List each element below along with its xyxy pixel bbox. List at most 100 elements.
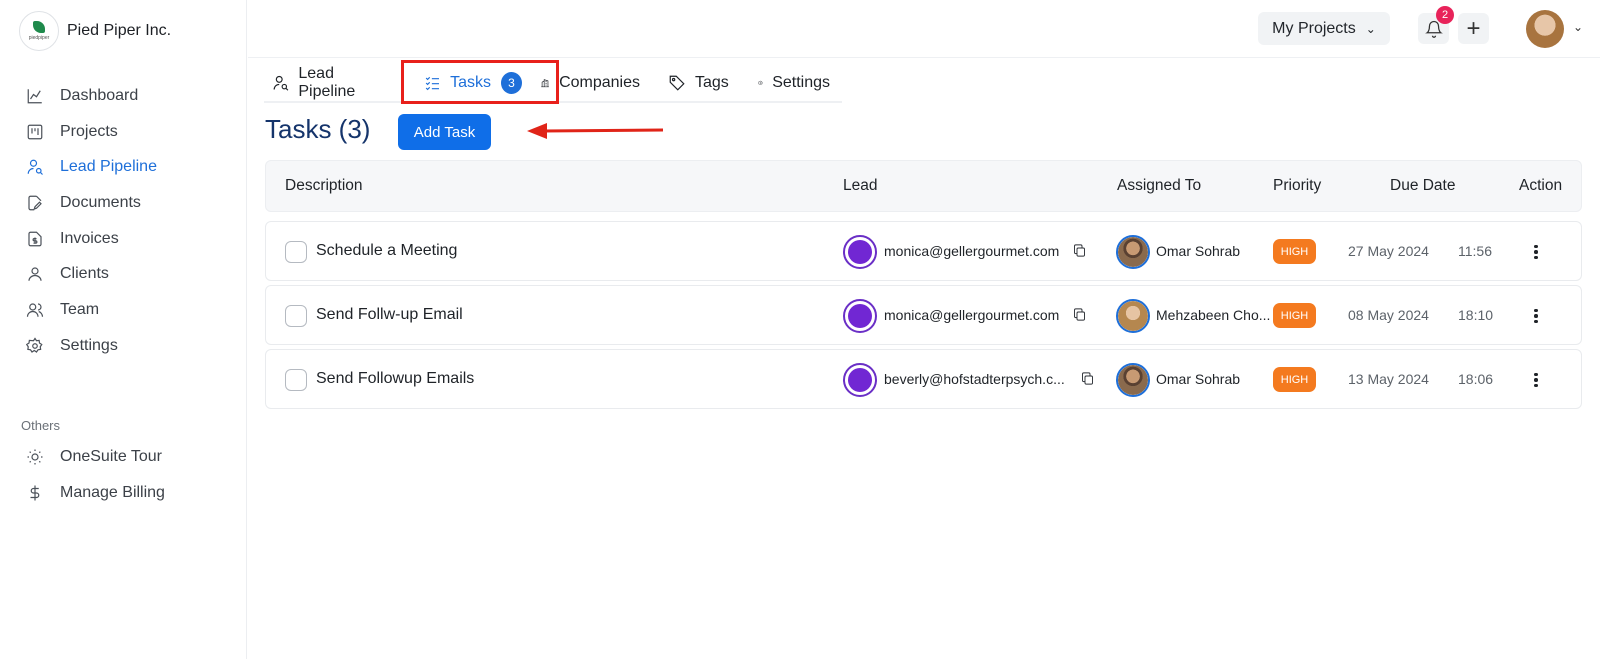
users-icon [24, 299, 46, 321]
gear-icon [24, 335, 46, 357]
task-description: Send Followup Emails [316, 370, 475, 387]
plus-icon: + [1466, 14, 1481, 42]
column-header-description: Description [285, 177, 363, 194]
table-header: Description Lead Assigned To Priority Du… [265, 160, 1582, 212]
page-title: Tasks (3) [265, 114, 371, 144]
task-checkbox[interactable] [285, 305, 307, 327]
due-time: 18:10 [1458, 307, 1494, 323]
sidebar-item-label: Settings [60, 336, 118, 354]
due-date: 27 May 2024 [1348, 243, 1429, 259]
brand-logo-text: piedpiper [28, 35, 50, 41]
lead-email[interactable]: monica@gellergourmet.com [884, 243, 1059, 259]
assignee-name: Omar Sohrab [1156, 371, 1241, 387]
assignee-name: Mehzabeen Cho... [1156, 307, 1271, 323]
priority-badge: HIGH [1273, 367, 1316, 392]
add-task-button[interactable]: Add Task [398, 114, 491, 150]
sidebar-item-label: Clients [60, 265, 109, 283]
sidebar-item-label: Team [60, 300, 100, 318]
task-checkbox[interactable] [285, 369, 307, 391]
building-icon [541, 79, 549, 88]
tab-count-badge: 3 [501, 72, 522, 94]
column-header-lead: Lead [843, 177, 878, 194]
document-edit-icon [24, 192, 46, 214]
gear-icon [758, 80, 763, 85]
invoice-icon [24, 228, 46, 250]
sidebar-item-label: OneSuite Tour [60, 447, 162, 465]
sidebar-item-dashboard[interactable]: Dashboard [24, 78, 157, 114]
sidebar-item-clients[interactable]: Clients [24, 256, 157, 292]
tab-label: Lead Pipeline [298, 65, 356, 100]
column-header-priority: Priority [1273, 177, 1322, 194]
assignee-name: Omar Sohrab [1156, 243, 1241, 259]
brand-logo: piedpiper [19, 11, 59, 51]
table-row[interactable]: Send Follw-up Email monica@gellergourmet… [265, 285, 1582, 345]
more-actions-icon[interactable] [1528, 368, 1544, 392]
copy-icon[interactable] [1072, 243, 1088, 259]
more-actions-icon[interactable] [1528, 240, 1544, 264]
table-row[interactable]: Send Followup Emails beverly@hofstadterp… [265, 349, 1582, 409]
column-header-action: Action [1519, 177, 1563, 194]
task-description: Send Follw-up Email [316, 306, 463, 323]
tab-companies[interactable]: Companies [534, 65, 652, 103]
my-projects-dropdown[interactable]: My Projects ⌄ [1258, 12, 1390, 45]
sidebar-item-projects[interactable]: Projects [24, 114, 157, 150]
tab-label: Companies [559, 74, 640, 91]
sun-icon [24, 446, 46, 468]
assignee-avatar [1116, 235, 1150, 269]
add-new-button[interactable]: + [1458, 13, 1489, 44]
sidebar-item-manage-billing[interactable]: Manage Billing [24, 475, 165, 511]
user-search-icon [273, 75, 289, 91]
lead-avatar [843, 235, 877, 269]
tab-tasks[interactable]: Tasks 3 [404, 65, 534, 103]
table-row[interactable]: Schedule a Meeting monica@gellergourmet.… [265, 221, 1582, 281]
tag-icon [669, 75, 685, 91]
sidebar-item-settings[interactable]: Settings [24, 328, 157, 364]
lead-email[interactable]: monica@gellergourmet.com [884, 307, 1059, 323]
top-bar: My Projects ⌄ 2 + ⌄ [248, 0, 1600, 58]
notification-badge: 2 [1436, 6, 1454, 24]
sidebar-item-lead-pipeline[interactable]: Lead Pipeline [24, 149, 157, 185]
others-section-label: Others [21, 418, 61, 433]
dollar-icon [24, 482, 46, 504]
lead-email[interactable]: beverly@hofstadterpsych.c... [884, 371, 1065, 387]
sidebar-item-team[interactable]: Team [24, 292, 157, 328]
column-header-assigned-to: Assigned To [1117, 177, 1202, 194]
kanban-icon [24, 121, 46, 143]
more-actions-icon[interactable] [1528, 304, 1544, 328]
tab-settings[interactable]: Settings [742, 65, 842, 103]
user-avatar[interactable] [1526, 10, 1564, 48]
tab-label: Settings [772, 74, 830, 91]
sidebar-item-invoices[interactable]: Invoices [24, 221, 157, 257]
brand-name: Pied Piper Inc. [67, 22, 172, 39]
copy-icon[interactable] [1080, 371, 1096, 387]
column-header-due-date: Due Date [1390, 177, 1456, 194]
chart-line-icon [24, 85, 46, 107]
user-icon [24, 263, 46, 285]
sidebar-item-label: Projects [60, 122, 118, 140]
lead-avatar [843, 363, 877, 397]
copy-icon[interactable] [1072, 307, 1088, 323]
chevron-down-icon[interactable]: ⌄ [1573, 20, 1583, 34]
assignee-avatar [1116, 363, 1150, 397]
sidebar-item-onesuite-tour[interactable]: OneSuite Tour [24, 439, 165, 475]
checklist-icon [425, 76, 439, 91]
sidebar-item-label: Lead Pipeline [60, 158, 157, 176]
chevron-down-icon: ⌄ [1365, 21, 1376, 36]
sidebar-item-documents[interactable]: Documents [24, 185, 157, 221]
leaf-icon [33, 21, 45, 33]
user-search-icon [24, 156, 46, 178]
sidebar-item-label: Documents [60, 193, 141, 211]
tab-tags[interactable]: Tags [652, 65, 742, 103]
lead-avatar [843, 299, 877, 333]
brand[interactable]: piedpiper Pied Piper Inc. [19, 11, 171, 51]
due-time: 18:06 [1458, 371, 1494, 387]
annotation-arrow [527, 123, 664, 139]
sidebar-nav: Dashboard Projects Lead Pipeline Documen… [24, 78, 157, 364]
task-checkbox[interactable] [285, 241, 307, 263]
sidebar: piedpiper Pied Piper Inc. Dashboard Proj… [0, 0, 247, 659]
tab-lead-pipeline[interactable]: Lead Pipeline [264, 65, 404, 103]
due-date: 13 May 2024 [1348, 371, 1429, 387]
sidebar-item-label: Invoices [60, 229, 119, 247]
priority-badge: HIGH [1273, 239, 1316, 264]
task-description: Schedule a Meeting [316, 242, 458, 259]
